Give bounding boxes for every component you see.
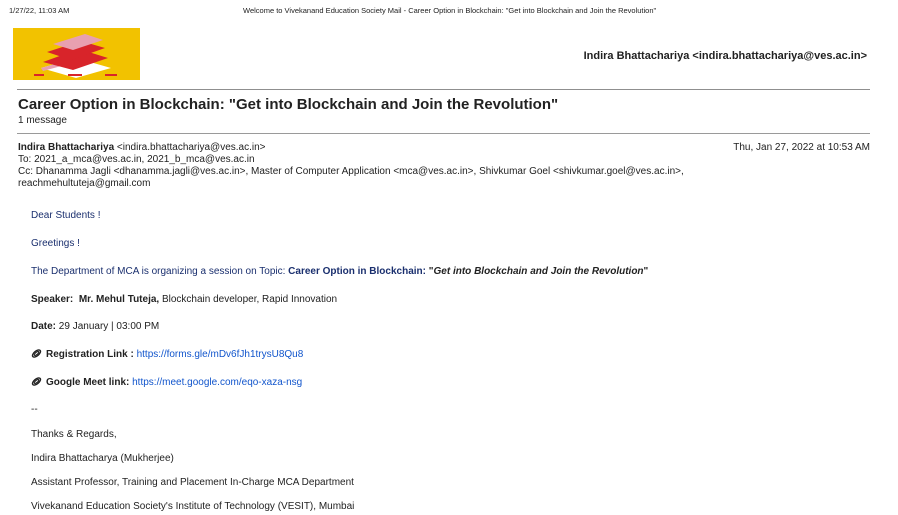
signature-separator: -- bbox=[31, 404, 38, 415]
signature-regards: Thanks & Regards, bbox=[31, 429, 117, 440]
sender: Indira Bhattachariya <indira.bhattachari… bbox=[18, 142, 266, 153]
paperclip-icon bbox=[31, 377, 42, 386]
signature-title: Assistant Professor, Training and Placem… bbox=[31, 477, 354, 488]
print-page-title: Welcome to Vivekanand Education Society … bbox=[243, 6, 657, 15]
meet-link[interactable]: https://meet.google.com/eqo-xaza-nsg bbox=[132, 377, 302, 388]
sender-name: Indira Bhattachariya bbox=[18, 142, 115, 153]
subject-divider bbox=[17, 133, 870, 134]
intro-line: The Department of MCA is organizing a se… bbox=[31, 266, 648, 277]
meet-label: Google Meet link: bbox=[46, 377, 130, 388]
sender-email: <indira.bhattachariya@ves.ac.in> bbox=[114, 142, 266, 153]
date-value: 29 January | 03:00 PM bbox=[56, 321, 160, 332]
message-count: 1 message bbox=[18, 115, 67, 126]
speaker-label: Speaker: bbox=[31, 294, 74, 305]
registration-line: Registration Link : https://forms.gle/mD… bbox=[31, 348, 303, 360]
books-logo bbox=[13, 28, 140, 80]
topic-open-quote: " bbox=[425, 266, 434, 277]
recipients-to: To: 2021_a_mca@ves.ac.in, 2021_b_mca@ves… bbox=[18, 154, 255, 165]
meet-line: Google Meet link: https://meet.google.co… bbox=[31, 376, 302, 388]
signature-org: Vivekanand Education Society's Institute… bbox=[31, 501, 355, 512]
header-divider bbox=[17, 89, 870, 90]
account-user: Indira Bhattachariya <indira.bhattachari… bbox=[583, 50, 867, 62]
registration-label: Registration Link : bbox=[46, 349, 134, 360]
print-datetime: 1/27/22, 11:03 AM bbox=[9, 6, 70, 15]
topic-close-quote: " bbox=[643, 266, 649, 277]
intro-text: The Department of MCA is organizing a se… bbox=[31, 266, 289, 277]
greetings: Greetings ! bbox=[31, 238, 80, 249]
date-line: Date: 29 January | 03:00 PM bbox=[31, 321, 159, 332]
topic-title: Get into Blockchain and Join the Revolut… bbox=[433, 266, 644, 277]
thread-subject: Career Option in Blockchain: "Get into B… bbox=[18, 96, 559, 113]
recipients-cc: Cc: Dhanamma Jagli <dhanamma.jagli@ves.a… bbox=[18, 166, 684, 177]
message-date: Thu, Jan 27, 2022 at 10:53 AM bbox=[733, 142, 870, 153]
greeting: Dear Students ! bbox=[31, 210, 101, 221]
date-label: Date: bbox=[31, 321, 57, 332]
registration-link[interactable]: https://forms.gle/mDv6fJh1trysU8Qu8 bbox=[137, 349, 304, 360]
paperclip-icon bbox=[31, 349, 42, 358]
recipients-cc-cont: reachmehultuteja@gmail.com bbox=[18, 178, 151, 189]
signature-name: Indira Bhattacharya (Mukherjee) bbox=[31, 453, 174, 464]
speaker-line: Speaker: Mr. Mehul Tuteja, Blockchain de… bbox=[31, 294, 337, 305]
topic-label: Career Option in Blockchain: bbox=[288, 266, 426, 277]
speaker-name: Mr. Mehul Tuteja, bbox=[78, 294, 160, 305]
speaker-desc: Blockchain developer, Rapid Innovation bbox=[159, 294, 338, 305]
